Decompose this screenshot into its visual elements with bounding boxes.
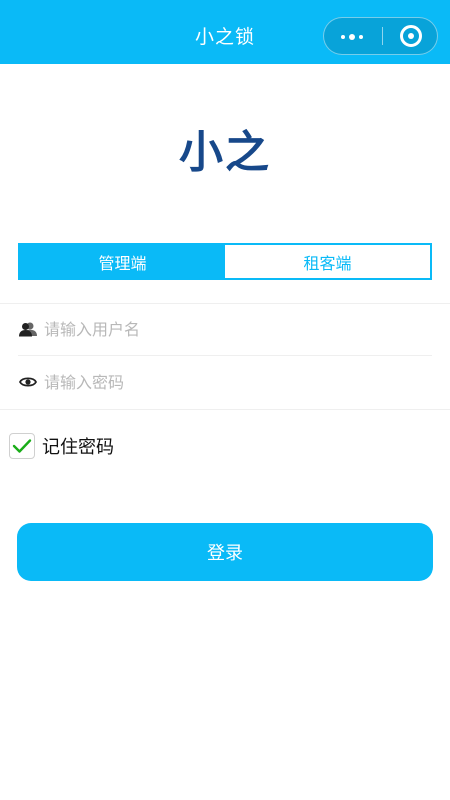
more-dots-icon[interactable]: [324, 18, 382, 54]
username-row: [18, 304, 432, 354]
remember-password-row[interactable]: 记住密码: [9, 433, 114, 459]
mini-program-capsule: [323, 17, 438, 55]
app-logo: 小之: [179, 127, 271, 178]
check-icon: [12, 439, 32, 453]
tab-admin[interactable]: 管理端: [20, 245, 225, 278]
remember-label: 记住密码: [42, 437, 114, 458]
divider: [0, 409, 450, 410]
divider: [18, 355, 432, 356]
tab-tenant[interactable]: 租客端: [225, 245, 430, 278]
remember-checkbox[interactable]: [9, 433, 35, 459]
password-row: [18, 357, 432, 407]
user-icon: [18, 319, 38, 339]
target-close-icon[interactable]: [383, 18, 439, 54]
navigation-bar: 小之锁: [0, 0, 450, 64]
role-tabs: 管理端 租客端: [18, 243, 432, 280]
username-input[interactable]: [44, 319, 414, 339]
password-input[interactable]: [44, 372, 414, 392]
eye-icon: [18, 372, 38, 392]
login-button[interactable]: 登录: [17, 523, 433, 581]
